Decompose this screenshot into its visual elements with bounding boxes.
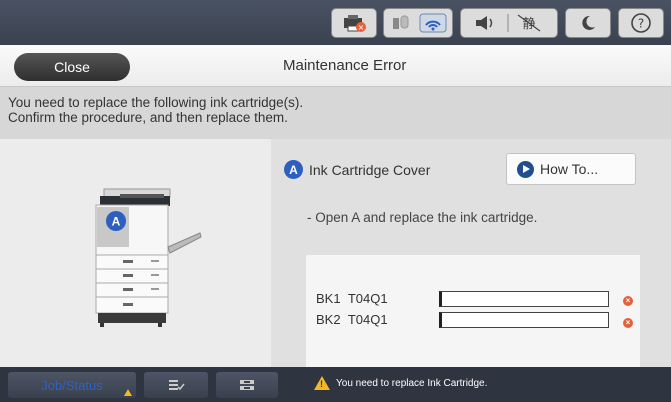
warning-indicator-icon [124,389,132,396]
cartridge-row-2: BK2 T04Q1 [316,312,388,327]
instruction-text: - Open A and replace the ink cartridge. [307,210,538,225]
wired-network-icon[interactable] [386,11,416,35]
cartridge-model: T04Q1 [347,291,388,306]
cover-label: Ink Cartridge Cover [309,161,431,178]
message-line-2: Confirm the procedure, and then replace … [8,110,288,125]
printer-badge-a: A [112,215,121,229]
job-list-button[interactable] [144,372,208,398]
job-queue-icon [240,380,254,390]
job-list-icon [169,380,185,391]
printer-illustration-panel: A [0,139,271,367]
network-wifi-group [383,8,453,38]
printer-illustration: A [95,188,202,327]
play-icon [517,160,534,178]
svg-text:?: ? [638,17,644,31]
cartridge-level-bar-2 [439,312,609,328]
bottom-status[interactable]: You need to replace Ink Cartridge. [314,376,487,390]
cartridge-status-box [306,255,640,367]
warning-icon [314,376,330,390]
cover-badge: A [284,160,303,179]
cartridge-color: BK2 [316,312,341,327]
cover-label-row: A Ink Cartridge Cover [284,160,430,179]
help-icon[interactable]: ? [618,8,664,38]
quiet-mode-icon[interactable]: 静 [504,11,554,35]
page-title: Maintenance Error [283,57,407,74]
error-message: You need to replace the following ink ca… [0,87,671,139]
job-status-label: Job/Status [41,377,103,393]
title-bar: Close Maintenance Error [0,45,671,87]
message-line-1: You need to replace the following ink ca… [8,95,304,110]
status-text: You need to replace Ink Cartridge. [336,377,488,389]
cartridge-level-bar-1 [439,291,609,307]
how-to-button[interactable]: How To... [506,153,636,185]
wifi-icon[interactable] [416,11,450,35]
error-icon: × [623,318,633,328]
cartridge-row-1: BK1 T04Q1 [316,291,388,306]
error-icon: × [623,296,633,306]
printer-ink-warning-icon[interactable]: × [331,8,377,38]
how-to-label: How To... [540,161,599,177]
volume-icon[interactable] [464,11,504,35]
job-queue-button[interactable] [216,372,278,398]
sleep-icon[interactable] [565,8,611,38]
close-button[interactable]: Close [14,53,130,81]
svg-text:×: × [358,23,365,32]
status-bar: × 静 ? [0,0,671,45]
cartridge-model: T04Q1 [347,312,388,327]
cartridge-color: BK1 [316,291,341,306]
job-status-button[interactable]: Job/Status [8,372,136,398]
sound-group: 静 [460,8,558,38]
